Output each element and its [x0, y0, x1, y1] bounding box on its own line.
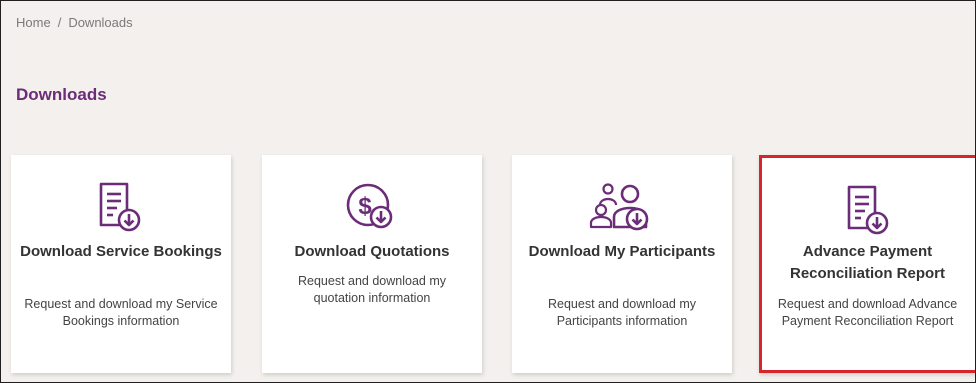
- breadcrumb-home-link[interactable]: Home: [16, 15, 51, 30]
- advance-payment-reconciliation-report-card[interactable]: Advance Payment Reconciliation Report Re…: [759, 155, 975, 373]
- card-description: Request and download Advance Payment Rec…: [777, 297, 958, 328]
- download-quotations-card[interactable]: $ Download Quotations Request and downlo…: [262, 155, 482, 373]
- card-title: Download Quotations: [294, 243, 450, 260]
- card-title: Download Service Bookings: [20, 243, 222, 260]
- card-title: Advance Payment Reconciliation Report: [789, 243, 946, 282]
- page-title: Downloads: [16, 85, 107, 104]
- participants-download-icon: [512, 181, 732, 233]
- download-service-bookings-card[interactable]: Download Service Bookings Request and do…: [11, 155, 231, 373]
- breadcrumb: Home / Downloads: [16, 15, 133, 30]
- breadcrumb-current: Downloads: [68, 15, 133, 30]
- dollar-download-icon: $: [262, 181, 482, 233]
- document-download-icon: [11, 181, 231, 233]
- card-description: Request and download my Service Bookings…: [24, 297, 218, 328]
- breadcrumb-separator: /: [57, 15, 62, 30]
- card-title: Download My Participants: [528, 243, 716, 260]
- download-my-participants-card[interactable]: Download My Participants Request and dow…: [512, 155, 732, 373]
- document-download-icon: [762, 184, 975, 236]
- downloads-page: Home / Downloads Downloads Download Servic…: [0, 0, 976, 383]
- card-description: Request and download my quotation inform…: [297, 274, 446, 305]
- card-description: Request and download my Participants inf…: [547, 297, 696, 328]
